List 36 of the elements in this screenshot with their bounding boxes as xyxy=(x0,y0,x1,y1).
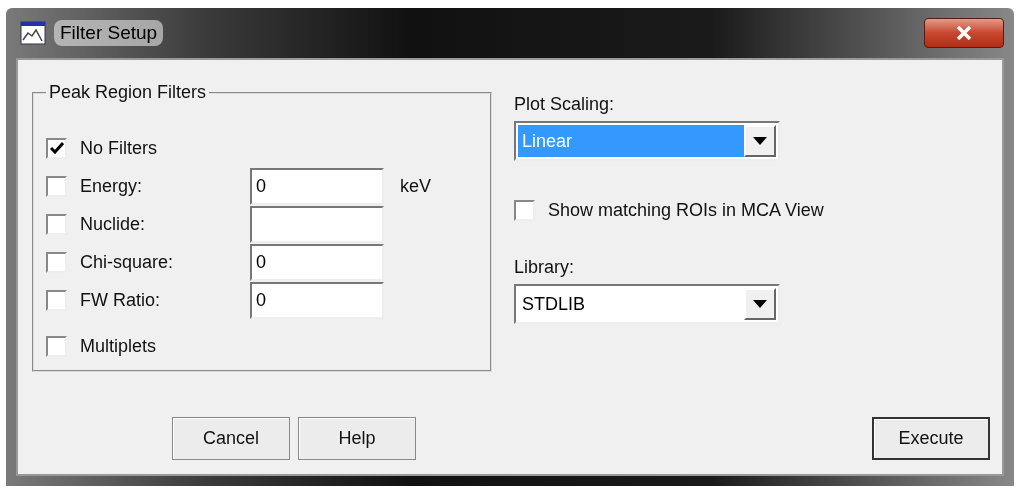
checkbox[interactable] xyxy=(46,289,67,311)
checkbox[interactable] xyxy=(46,213,67,235)
checkbox-label: Show matching ROIs in MCA View xyxy=(548,199,824,221)
input-field[interactable]: 0 xyxy=(250,243,384,281)
input-field[interactable] xyxy=(250,205,384,243)
checkbox-label: Chi-square: xyxy=(80,251,175,273)
unit-label: keV xyxy=(400,175,432,197)
checkbox-label: FW Ratio: xyxy=(80,289,161,311)
field-label: Plot Scaling: xyxy=(514,94,616,115)
checkbox[interactable] xyxy=(46,175,67,197)
checkmark-icon xyxy=(49,142,64,154)
group-title: Peak Region Filters xyxy=(48,82,208,103)
input-field[interactable]: 0 xyxy=(250,167,384,205)
checkbox[interactable] xyxy=(514,199,535,221)
checkbox[interactable] xyxy=(46,251,67,273)
dialog-button[interactable]: Cancel xyxy=(172,417,290,460)
dropdown[interactable]: STDLIB xyxy=(514,284,780,324)
checkbox[interactable] xyxy=(46,335,67,357)
input-field[interactable]: 0 xyxy=(250,281,384,319)
window-title: Filter Setup xyxy=(54,20,164,46)
dropdown-button[interactable] xyxy=(744,125,776,157)
dialog-button[interactable]: Execute xyxy=(872,417,990,460)
close-button[interactable] xyxy=(924,18,1004,48)
caret-icon xyxy=(753,137,767,145)
chart-icon xyxy=(20,21,46,45)
field-label: Library: xyxy=(514,257,575,278)
checkbox-label: Nuclide: xyxy=(80,213,147,235)
checkbox[interactable] xyxy=(46,137,67,159)
dialog-button[interactable]: Help xyxy=(298,417,416,460)
dropdown-button[interactable] xyxy=(744,288,776,320)
dropdown-value: Linear xyxy=(518,125,744,157)
checkbox-label: Multiplets xyxy=(80,335,157,357)
checkbox-label: No Filters xyxy=(80,137,157,159)
checkbox-label: Energy: xyxy=(80,175,144,197)
close-icon xyxy=(956,26,972,40)
caret-icon xyxy=(753,300,767,308)
